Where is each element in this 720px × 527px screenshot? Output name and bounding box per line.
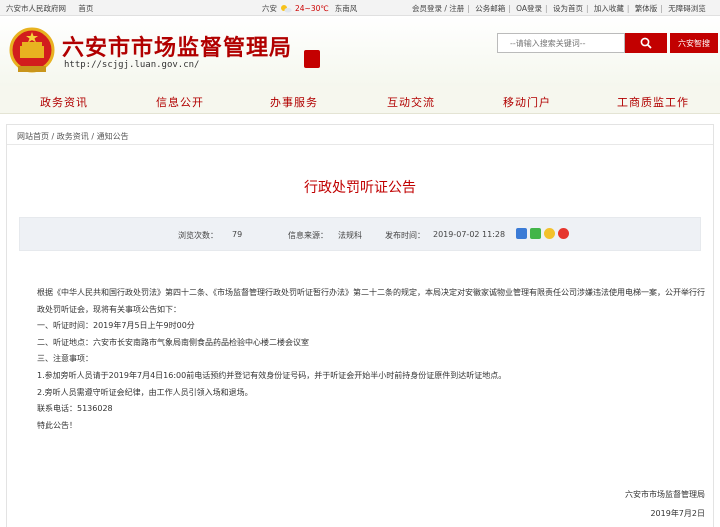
article-paragraph: 2.旁听人员需遵守听证会纪律，由工作人员引领入场和退场。 <box>37 387 253 397</box>
views-count: 79 <box>232 230 243 239</box>
article-paragraph: 特此公告！ <box>37 420 77 430</box>
nav-interaction[interactable]: 互动交流 <box>387 94 435 110</box>
accessibility-link[interactable]: 无障碍浏览 <box>668 4 706 13</box>
breadcrumb-separator: / <box>51 132 55 141</box>
search-icon <box>640 37 652 49</box>
weather-city: 六安 <box>262 4 277 13</box>
source-label: 信息来源： <box>288 231 328 240</box>
wechat-share-icon[interactable] <box>530 228 541 239</box>
top-left-links: 六安市人民政府网 首页 <box>6 3 103 14</box>
gov-mail-link[interactable]: 公务邮箱 <box>475 4 505 13</box>
nav-info-disclosure[interactable]: 信息公开 <box>156 94 204 110</box>
breadcrumb-home[interactable]: 网站首页 <box>17 132 49 141</box>
content-panel: 网站首页 / 政务资讯 / 通知公告 行政处罚听证公告 浏览次数： 79 信息来… <box>6 124 714 527</box>
nav-services[interactable]: 办事服务 <box>270 94 318 110</box>
weather-temperature: 24~30℃ <box>295 4 329 13</box>
breadcrumb-gov-news[interactable]: 政务资讯 <box>57 132 89 141</box>
site-title: 六安市市场监督管理局 <box>62 35 293 61</box>
weather-wind: 东南风 <box>334 4 358 13</box>
breadcrumb: 网站首页 / 政务资讯 / 通知公告 <box>17 131 129 142</box>
breadcrumb-separator: / <box>91 132 95 141</box>
smart-search-button[interactable]: 六安智搜 <box>670 33 718 53</box>
seal-stamp-icon <box>304 50 320 68</box>
top-utility-bar: 六安市人民政府网 首页 六安 24~30℃ 东南风 会员登录 / 注册 | 公务邮… <box>0 0 720 16</box>
published-label: 发布时间： <box>385 231 425 240</box>
article-paragraph: 二、听证地点：六安市长安南路市气象局南侧食品药品检验中心楼二楼会议室 <box>37 337 309 347</box>
share-more-icon[interactable] <box>516 228 527 239</box>
site-header: 六安市市场监督管理局 http://scjgj.luan.gov.cn/ 六安智… <box>0 16 720 86</box>
article-signature: 六安市市场监督管理局 2019年7月2日 <box>505 485 705 523</box>
article-paragraph: 联系电话：5136028 <box>37 404 113 414</box>
article-body: 根据《中华人民共和国行政处罚法》第四十二条、《市场监督管理行政处罚听证暂行办法》… <box>37 285 705 434</box>
weibo-share-icon[interactable] <box>558 228 569 239</box>
article-paragraph: 一、听证时间：2019年7月5日上午9时00分 <box>37 321 195 331</box>
gov-portal-link[interactable]: 六安市人民政府网 <box>6 4 66 13</box>
article-paragraph: 三、注意事项： <box>37 354 93 364</box>
article-meta-bar: 浏览次数： 79 信息来源： 法规科 发布时间： 2019-07-02 11:2… <box>19 217 701 251</box>
main-nav: 政务资讯 信息公开 办事服务 互动交流 移动门户 工商质监工作 <box>0 86 720 114</box>
source-value: 法规科 <box>338 231 362 240</box>
article-paragraph: 根据《中华人民共和国行政处罚法》第四十二条、《市场监督管理行政处罚听证暂行办法》… <box>37 288 705 314</box>
weather-widget: 六安 24~30℃ 东南风 <box>262 3 357 14</box>
signature-org: 六安市市场监督管理局 <box>625 490 705 499</box>
divider <box>7 144 713 145</box>
article-title: 行政处罚听证公告 <box>304 180 416 196</box>
login-register-link[interactable]: 会员登录 / 注册 <box>412 4 464 13</box>
oa-login-link[interactable]: OA登录 <box>516 4 542 13</box>
signature-date: 2019年7月2日 <box>650 509 705 518</box>
add-favorite-link[interactable]: 加入收藏 <box>594 4 624 13</box>
sunny-cloudy-icon <box>280 4 292 13</box>
nav-business-quality-work[interactable]: 工商质监工作 <box>617 94 689 110</box>
views-label: 浏览次数： <box>178 231 218 240</box>
search-button[interactable] <box>625 33 667 53</box>
top-right-links: 会员登录 / 注册 | 公务邮箱 | OA登录 | 设为首页 | 加入收藏 | 繁体版 | … <box>412 4 706 13</box>
traditional-chinese-link[interactable]: 繁体版 <box>635 4 658 13</box>
search-box <box>497 33 625 53</box>
qzone-share-icon[interactable] <box>544 228 555 239</box>
national-emblem-icon <box>8 26 56 76</box>
article-paragraph: 1.参加旁听人员请于2019年7月4日16:00前电话预约并登记有效身份证号码，… <box>37 370 507 380</box>
search-input[interactable] <box>498 34 624 52</box>
nav-mobile-portal[interactable]: 移动门户 <box>503 94 551 110</box>
breadcrumb-notices[interactable]: 通知公告 <box>97 132 129 141</box>
home-link[interactable]: 首页 <box>78 4 93 13</box>
published-value: 2019-07-02 11:28 <box>433 230 506 239</box>
set-homepage-link[interactable]: 设为首页 <box>553 4 583 13</box>
site-url: http://scjgj.luan.gov.cn/ <box>64 60 200 70</box>
nav-gov-news[interactable]: 政务资讯 <box>40 94 88 110</box>
